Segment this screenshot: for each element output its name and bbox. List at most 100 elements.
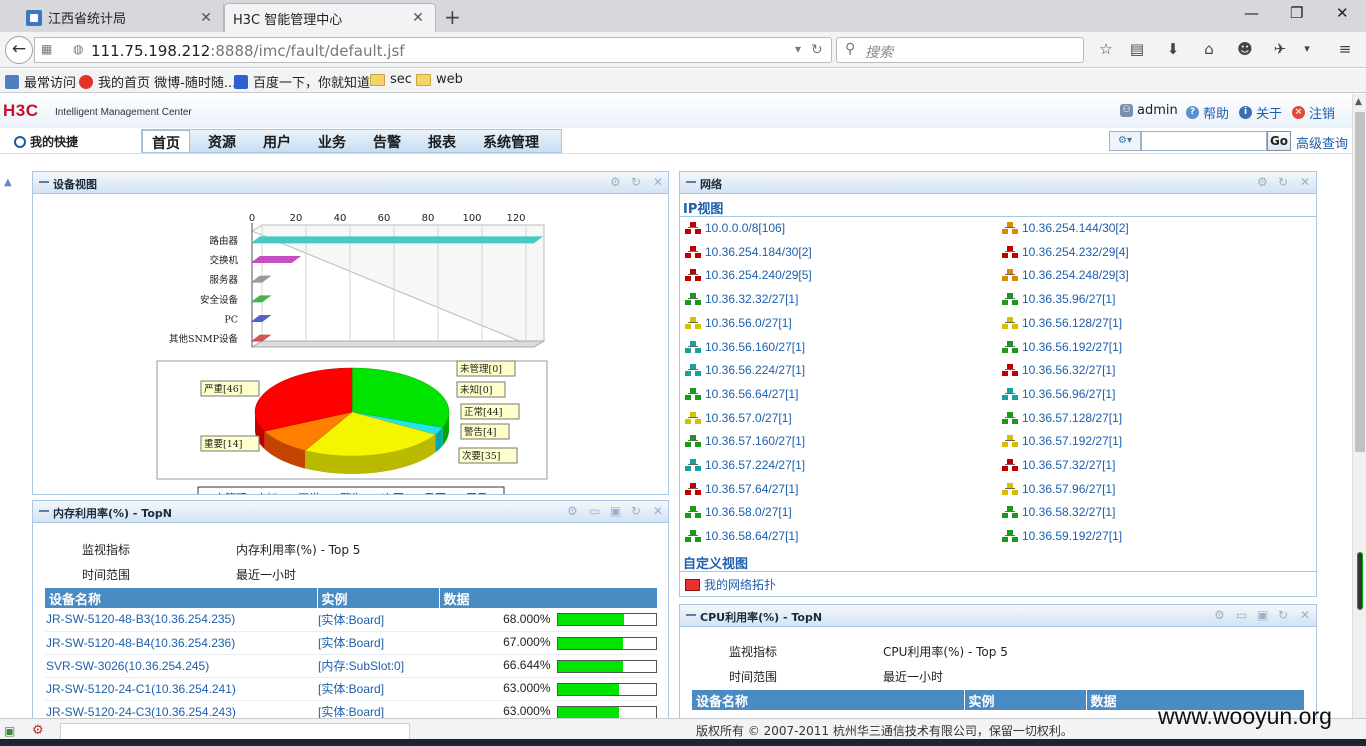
menu-resources[interactable]: 资源 [199,130,245,152]
home-icon[interactable]: ⌂ [1200,40,1218,58]
network-item[interactable]: 10.36.56.96/27[1] [1002,387,1115,401]
network-item[interactable]: 10.36.57.160/27[1] [685,434,805,448]
instance-link[interactable]: [实体:Board] [318,636,384,650]
reload-icon[interactable]: ↻ [811,42,823,58]
ip-view-heading[interactable]: IP视图 [683,198,723,217]
page-info-icon[interactable]: ▦ [41,42,52,56]
network-item[interactable]: 10.36.254.248/29[3] [1002,268,1129,282]
logout-link[interactable]: × 注销 [1292,103,1335,122]
bookmark-star-icon[interactable]: ☆ [1097,40,1115,58]
bookmark-baidu[interactable]: 百度一下，你就知道 [234,72,370,91]
bookmark-weibo[interactable]: 我的首页 微博-随时随... [79,72,236,91]
search-bar[interactable]: ⚲ 搜索 [836,37,1084,63]
menu-home[interactable]: 首页 [142,130,190,152]
network-item[interactable]: 10.36.57.128/27[1] [1002,411,1122,425]
instance-link[interactable]: [内存:SubSlot:0] [318,659,404,673]
custom-topology-link[interactable]: 我的网络拓扑 [685,576,776,593]
reading-list-icon[interactable]: ▤ [1128,40,1146,58]
tab-h3c-imc[interactable]: H3C 智能管理中心 ✕ [224,3,436,32]
settings-icon[interactable]: ⚙ [610,175,621,189]
instance-link[interactable]: [实体:Board] [318,613,384,627]
close-window-button[interactable]: ✕ [1336,4,1349,22]
network-item[interactable]: 10.36.57.96/27[1] [1002,482,1115,496]
network-item[interactable]: 10.0.0.0/8[106] [685,221,785,235]
about-link[interactable]: i 关于 [1239,103,1282,122]
network-item[interactable]: 10.36.58.64/27[1] [685,529,798,543]
collapse-icon[interactable] [686,614,696,616]
network-item[interactable]: 10.36.56.160/27[1] [685,340,805,354]
network-item[interactable]: 10.36.57.64/27[1] [685,482,798,496]
scroll-up-icon[interactable]: ▲ [1355,97,1362,107]
go-button[interactable]: Go [1267,131,1291,151]
tab-jiangxi-stats[interactable]: 江西省统计局 ✕ [18,3,224,32]
collapse-icon[interactable] [686,181,696,183]
user-account[interactable]: ⚇ admin [1120,103,1178,118]
network-item[interactable]: 10.36.56.32/27[1] [1002,363,1115,377]
query-type-select[interactable]: ⚙▾ [1109,131,1141,151]
device-link[interactable]: JR-SW-5120-24-C3(10.36.254.243) [46,705,236,719]
tab-close-icon[interactable]: ✕ [411,10,425,26]
maximize-icon[interactable]: ▣ [610,504,621,518]
extension-icon[interactable]: ✈ [1271,40,1289,58]
refresh-icon[interactable]: ↻ [631,175,641,189]
close-icon[interactable]: ✕ [1300,175,1310,189]
menu-users[interactable]: 用户 [254,130,300,152]
network-item[interactable]: 10.36.58.32/27[1] [1002,505,1115,519]
tab-close-icon[interactable]: ✕ [199,10,213,26]
collapse-icon[interactable] [39,181,49,183]
network-item[interactable]: 10.36.57.192/27[1] [1002,434,1122,448]
addon-icon[interactable]: ⚙ [32,723,44,738]
refresh-icon[interactable]: ↻ [1278,175,1288,189]
close-icon[interactable]: ✕ [653,175,663,189]
network-item[interactable]: 10.36.57.0/27[1] [685,411,792,425]
menu-reports[interactable]: 报表 [419,130,465,152]
scrollbar-thumb[interactable] [1355,112,1365,452]
instance-link[interactable]: [实体:Board] [318,682,384,696]
menu-services[interactable]: 业务 [309,130,355,152]
advanced-query-link[interactable]: 高级查询 [1296,133,1348,152]
bookmark-folder-sec[interactable]: sec [370,72,412,87]
network-item[interactable]: 10.36.58.0/27[1] [685,505,792,519]
download-icon[interactable]: ⬇ [1164,40,1182,58]
collapse-icon[interactable] [39,510,49,512]
network-item[interactable]: 10.36.56.224/27[1] [685,363,805,377]
chat-icon[interactable]: ☻ [1236,40,1254,58]
settings-icon[interactable]: ⚙ [1214,608,1225,622]
network-item[interactable]: 10.36.56.128/27[1] [1002,316,1122,330]
minimize-icon[interactable]: ▭ [589,504,600,518]
menu-system[interactable]: 系统管理 [474,130,548,152]
network-item[interactable]: 10.36.35.96/27[1] [1002,292,1115,306]
network-item[interactable]: 10.36.56.64/27[1] [685,387,798,401]
side-scroll-widget[interactable] [1357,552,1363,610]
network-item[interactable]: 10.36.254.184/30[2] [685,245,812,259]
quick-access-button[interactable]: 我的快捷 [14,133,78,150]
close-icon[interactable]: ✕ [653,504,663,518]
network-item[interactable]: 10.36.56.0/27[1] [685,316,792,330]
settings-icon[interactable]: ⚙ [567,504,578,518]
sidebar-toggle-icon[interactable]: ▲ [4,177,12,188]
network-item[interactable]: 10.36.32.32/27[1] [685,292,798,306]
minimize-icon[interactable]: ▭ [1236,608,1247,622]
extension-dropdown-icon[interactable]: ▾ [1298,40,1316,58]
menu-alarms[interactable]: 告警 [364,130,410,152]
page-scrollbar[interactable]: ▲ [1352,94,1366,718]
quick-query-input[interactable] [1141,131,1267,151]
back-button[interactable]: ← [5,36,33,64]
device-link[interactable]: JR-SW-5120-48-B3(10.36.254.235) [46,612,235,626]
bookmark-folder-web[interactable]: web [416,72,463,87]
custom-view-heading[interactable]: 自定义视图 [683,553,748,572]
help-link[interactable]: ? 帮助 [1186,103,1229,122]
device-link[interactable]: SVR-SW-3026(10.36.254.245) [46,659,209,673]
network-item[interactable]: 10.36.59.192/27[1] [1002,529,1122,543]
url-bar[interactable]: ▦ ◍ 111.75.198.212:8888/imc/fault/defaul… [34,37,832,63]
network-item[interactable]: 10.36.254.240/29[5] [685,268,812,282]
network-item[interactable]: 10.36.254.232/29[4] [1002,245,1129,259]
dropdown-arrow-icon[interactable]: ▾ [795,42,801,56]
refresh-icon[interactable]: ↻ [1278,608,1288,622]
bookmark-most-visited[interactable]: 最常访问 [5,72,76,91]
new-tab-button[interactable]: + [444,5,461,29]
minimize-button[interactable]: — [1244,4,1259,22]
device-link[interactable]: JR-SW-5120-24-C1(10.36.254.241) [46,682,236,696]
maximize-button[interactable]: ❐ [1290,4,1303,22]
network-item[interactable]: 10.36.254.144/30[2] [1002,221,1129,235]
